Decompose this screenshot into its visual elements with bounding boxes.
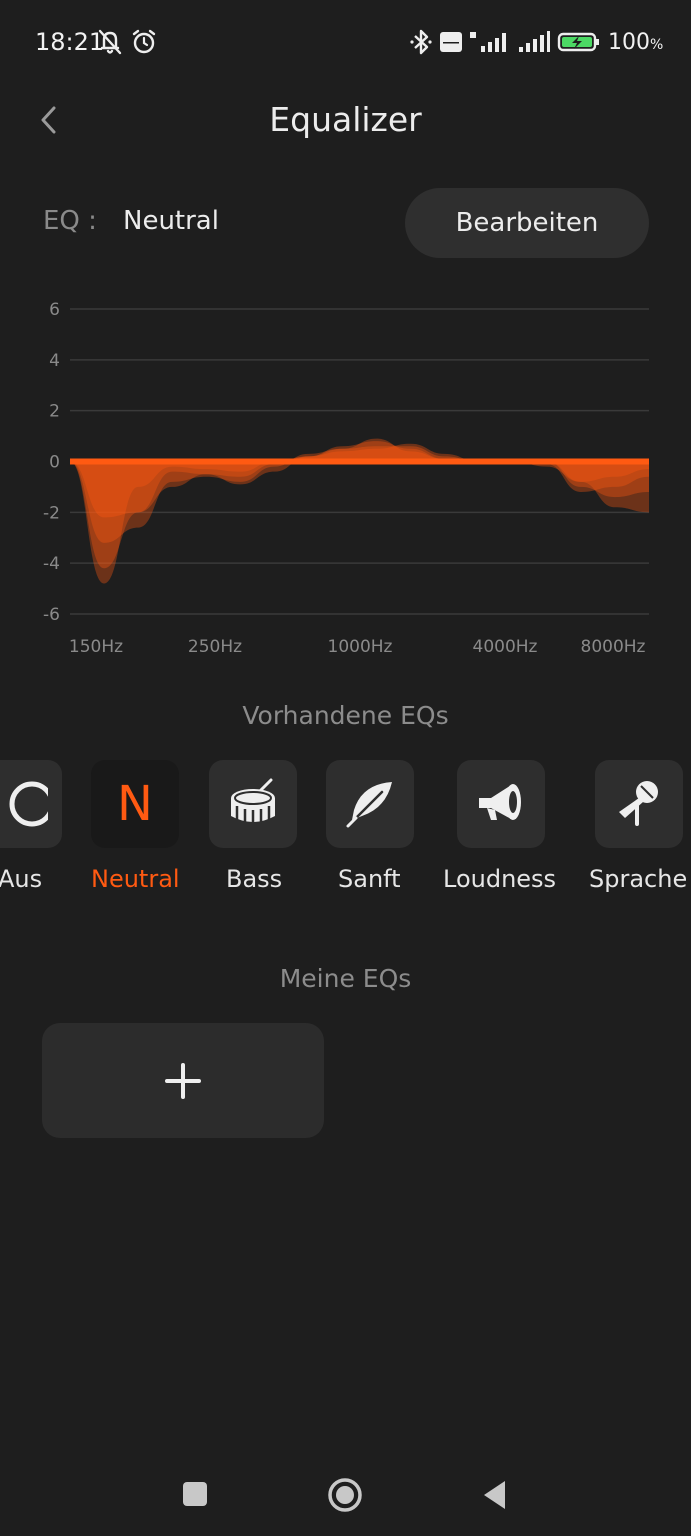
- battery-percentage: 100%: [608, 30, 664, 55]
- feather-icon: [346, 782, 392, 828]
- preset-label: Aus: [0, 865, 43, 893]
- neutral-n-icon: N: [117, 776, 153, 832]
- bell-off-icon: [98, 29, 122, 55]
- preset-label: Neutral: [91, 865, 180, 893]
- x-tick-label: 250Hz: [188, 637, 242, 657]
- preset-sanft-tile: [326, 760, 414, 848]
- y-tick-label: 2: [49, 402, 60, 422]
- x-tick-label: 1000Hz: [328, 637, 393, 657]
- preset-bass-tile: [209, 760, 297, 848]
- edit-button[interactable]: Bearbeiten: [405, 188, 649, 258]
- microphone-icon: [619, 781, 658, 826]
- preset-loudness-tile: [457, 760, 545, 848]
- eq-baseline: [70, 458, 649, 465]
- battery-charging-icon: [557, 32, 599, 52]
- y-tick-label: -2: [43, 503, 60, 523]
- signal-4g-icon: [470, 32, 506, 52]
- system-nav-bar: [0, 1455, 691, 1535]
- preset-aus-tile: [0, 760, 62, 848]
- add-eq-button[interactable]: [42, 1023, 324, 1138]
- x-tick-label: 8000Hz: [581, 637, 646, 657]
- home-circle-icon[interactable]: [326, 1476, 364, 1514]
- y-tick-label: 4: [49, 351, 60, 371]
- current-eq-row: EQ : Neutral Bearbeiten: [0, 188, 691, 258]
- megaphone-icon: [479, 784, 521, 820]
- preset-label: Bass: [226, 865, 283, 893]
- status-bar: 18:21 100%: [0, 0, 691, 86]
- eq-current-value: Neutral: [123, 206, 219, 236]
- drum-icon: [231, 778, 275, 824]
- y-tick-label: -6: [43, 605, 60, 625]
- app-header: Equalizer: [0, 90, 691, 150]
- preset-label: Sanft: [338, 865, 401, 893]
- page-title: Equalizer: [269, 100, 422, 139]
- plus-icon: [165, 1062, 201, 1099]
- y-tick-label: 6: [49, 300, 60, 320]
- presets-title: Vorhandene EQs: [242, 701, 449, 730]
- alarm-icon: [132, 29, 156, 54]
- my-eqs-title: Meine EQs: [279, 964, 412, 993]
- preset-label: Sprache: [589, 865, 688, 893]
- bluetooth-icon: [410, 29, 432, 55]
- back-triangle-icon[interactable]: [481, 1479, 509, 1511]
- signal-icon: [519, 31, 550, 52]
- eq-label: EQ :: [43, 206, 97, 236]
- preset-neutral-tile: N: [91, 760, 179, 848]
- eq-curve-area-4: [70, 443, 649, 518]
- recents-square-icon[interactable]: [181, 1480, 209, 1508]
- volte-icon: [440, 32, 462, 52]
- x-tick-label: 4000Hz: [473, 637, 538, 657]
- equalizer-chart: 6 4 2 0 -2 -4 -6 150Hz 250Hz 1000Hz 4000Hz 8000Hz: [0, 290, 691, 670]
- status-time: 18:21: [35, 28, 105, 56]
- equalizer-chart-svg: 6 4 2 0 -2 -4 -6 150Hz 250Hz 1000Hz 4000Hz 8000Hz: [43, 300, 649, 657]
- preset-sprache-tile: [595, 760, 683, 848]
- preset-label: Loudness: [443, 865, 557, 893]
- y-tick-label: 0: [49, 453, 60, 473]
- x-tick-label: 150Hz: [69, 637, 123, 657]
- circle-off-icon: [9, 781, 48, 827]
- y-tick-label: -4: [43, 554, 60, 574]
